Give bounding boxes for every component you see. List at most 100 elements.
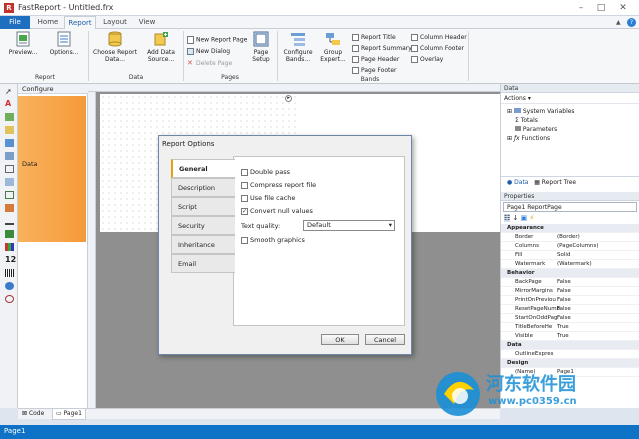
- new-report-page-button[interactable]: New Report Page: [187, 36, 247, 44]
- property-row[interactable]: BackPage False: [501, 278, 639, 287]
- band-tool-icon[interactable]: [5, 126, 14, 134]
- tree-item-totals[interactable]: Σ Totals: [507, 116, 639, 125]
- actions-menu[interactable]: Actions ▾: [501, 93, 639, 104]
- tab-inheritance[interactable]: Inheritance: [171, 235, 235, 254]
- column-header-checkbox[interactable]: [411, 34, 418, 41]
- minimize-icon[interactable]: –: [572, 2, 590, 14]
- property-row[interactable]: TitleBeforeHe True: [501, 323, 639, 332]
- close-icon[interactable]: ✕: [614, 2, 632, 14]
- smooth-graphics-checkbox[interactable]: [241, 236, 248, 244]
- tab-description[interactable]: Description: [171, 178, 235, 197]
- report-title-check[interactable]: Report Title: [352, 34, 396, 41]
- pointer-tool-icon[interactable]: ➚: [5, 88, 14, 96]
- report-summary-check[interactable]: Report Summary: [352, 45, 412, 52]
- cancel-button[interactable]: Cancel: [365, 334, 405, 345]
- options-button[interactable]: Options...: [46, 31, 82, 56]
- add-data-source-button[interactable]: Add Data Source...: [142, 31, 180, 63]
- gauge-tool-icon[interactable]: [5, 295, 14, 303]
- convert-null-checkbox[interactable]: ✓: [241, 207, 248, 215]
- configure-bands-button[interactable]: Configure Bands...: [281, 31, 315, 63]
- page-footer-check[interactable]: Page Footer: [352, 67, 397, 74]
- chart-tool-icon[interactable]: [5, 243, 14, 251]
- page-setup-button[interactable]: Page Setup: [249, 31, 273, 63]
- delete-page-button[interactable]: ✕ Delete Page: [187, 60, 232, 68]
- tab-email[interactable]: Email: [171, 254, 235, 273]
- property-category[interactable]: Behavior: [501, 269, 639, 278]
- maximize-icon[interactable]: □: [592, 2, 610, 14]
- property-row[interactable]: MirrorMargins False: [501, 287, 639, 296]
- table-tool-icon[interactable]: [5, 139, 14, 147]
- property-row[interactable]: Border (Border): [501, 233, 639, 242]
- report-summary-checkbox[interactable]: [352, 45, 359, 52]
- tab-view[interactable]: View: [134, 16, 160, 29]
- text-quality-select[interactable]: Default ▾: [303, 220, 395, 231]
- compress-report-option[interactable]: Compress report file: [241, 181, 316, 189]
- barcode-tool-icon[interactable]: [5, 269, 14, 277]
- line-tool-icon[interactable]: [5, 217, 14, 225]
- choose-report-data-button[interactable]: Choose Report Data...: [92, 31, 138, 63]
- matrix-tool-icon[interactable]: [5, 152, 14, 160]
- checkbox-tool-icon[interactable]: [5, 191, 14, 199]
- digits-tool-icon[interactable]: 12: [5, 256, 16, 264]
- compress-report-checkbox[interactable]: [241, 181, 248, 189]
- tab-page1[interactable]: ▭ Page1: [52, 409, 86, 420]
- tab-script[interactable]: Script: [171, 197, 235, 216]
- double-pass-checkbox[interactable]: [241, 168, 248, 176]
- tab-report-tree[interactable]: ▦ Report Tree: [534, 179, 576, 186]
- page-footer-checkbox[interactable]: [352, 67, 359, 74]
- convert-null-option[interactable]: ✓ Convert null values: [241, 207, 313, 215]
- picture-tool-icon[interactable]: [5, 113, 14, 121]
- text-tool-icon[interactable]: A: [5, 100, 14, 108]
- tab-file[interactable]: File: [0, 16, 30, 29]
- property-row[interactable]: Visible True: [501, 332, 639, 341]
- shape-tool-icon[interactable]: [5, 165, 14, 173]
- use-file-cache-checkbox[interactable]: [241, 194, 248, 202]
- tree-item-system-variables[interactable]: ⊞ System Variables: [507, 107, 639, 116]
- tab-report[interactable]: Report: [64, 16, 96, 29]
- property-row[interactable]: Fill Solid: [501, 251, 639, 260]
- ok-button[interactable]: OK: [321, 334, 359, 345]
- new-dialog-button[interactable]: New Dialog: [187, 48, 230, 55]
- object-selector[interactable]: Page1 ReportPage: [503, 202, 637, 212]
- property-row[interactable]: PrintOnPreviouFalse: [501, 296, 639, 305]
- column-header-check[interactable]: Column Header: [411, 34, 467, 41]
- property-row[interactable]: StartOnOddPagFalse: [501, 314, 639, 323]
- tree-item-functions[interactable]: ⊞ ƒx Functions: [507, 134, 639, 143]
- sort-az-icon[interactable]: ↓: [513, 214, 519, 222]
- band-options-icon[interactable]: ▸: [285, 95, 292, 102]
- overlay-check[interactable]: Overlay: [411, 56, 443, 63]
- property-row[interactable]: Watermark (Watermark): [501, 260, 639, 269]
- tab-general[interactable]: General: [171, 159, 235, 178]
- data-band[interactable]: Data: [18, 96, 86, 242]
- page-header-check[interactable]: Page Header: [352, 56, 399, 63]
- use-file-cache-option[interactable]: Use file cache: [241, 194, 295, 202]
- configure-bands-link[interactable]: Configure: [18, 84, 88, 94]
- help-icon[interactable]: ?: [627, 18, 636, 27]
- property-pages-icon[interactable]: ▣: [521, 214, 528, 222]
- tab-layout[interactable]: Layout: [100, 16, 130, 29]
- preview-button[interactable]: Preview...: [6, 31, 40, 56]
- richtext-tool-icon[interactable]: [5, 204, 14, 212]
- column-footer-checkbox[interactable]: [411, 45, 418, 52]
- tab-data[interactable]: ● Data: [507, 179, 528, 186]
- overlay-checkbox[interactable]: [411, 56, 418, 63]
- property-category[interactable]: Appearance: [501, 224, 639, 233]
- events-icon[interactable]: ⚡: [529, 214, 534, 222]
- property-row[interactable]: ResetPageNumbFalse: [501, 305, 639, 314]
- page-header-checkbox[interactable]: [352, 56, 359, 63]
- tab-code[interactable]: ⊠ Code: [22, 409, 44, 419]
- group-expert-button[interactable]: Group Expert...: [316, 31, 350, 63]
- categorized-icon[interactable]: ☷: [504, 214, 511, 222]
- tab-security[interactable]: Security: [171, 216, 235, 235]
- smooth-graphics-option[interactable]: Smooth graphics: [241, 236, 305, 244]
- tab-home[interactable]: Home: [34, 16, 62, 29]
- property-category[interactable]: Data: [501, 341, 639, 350]
- subreport-tool-icon[interactable]: [5, 178, 14, 186]
- chevron-up-icon[interactable]: ▲: [616, 19, 624, 26]
- checked-tool-icon[interactable]: [5, 230, 14, 238]
- tree-item-parameters[interactable]: Parameters: [507, 125, 639, 134]
- report-title-checkbox[interactable]: [352, 34, 359, 41]
- double-pass-option[interactable]: Double pass: [241, 168, 290, 176]
- map-tool-icon[interactable]: [5, 282, 14, 290]
- property-row[interactable]: Columns (PageColumns): [501, 242, 639, 251]
